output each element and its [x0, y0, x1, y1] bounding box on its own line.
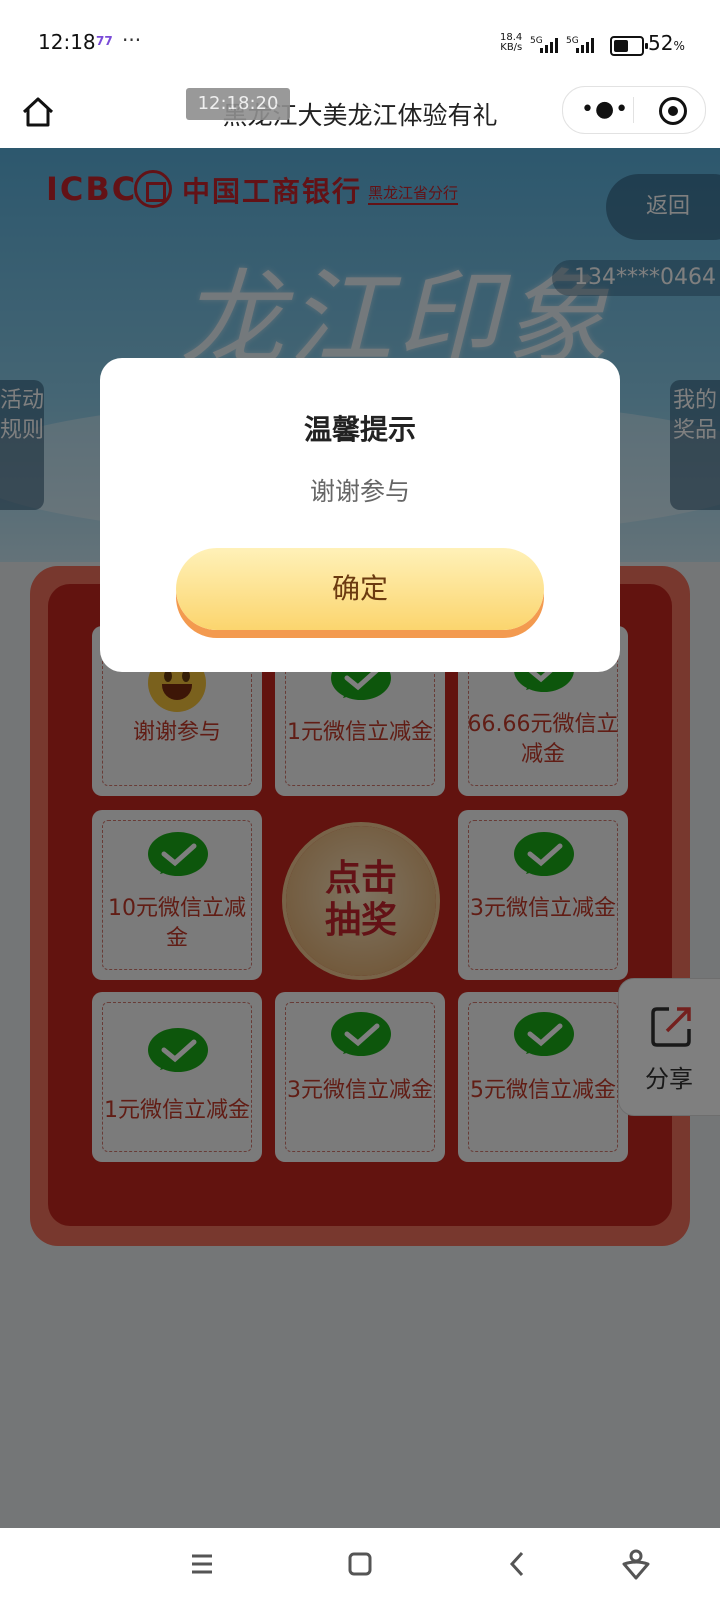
status-time: 12:18 [38, 30, 96, 54]
home-square-icon[interactable] [338, 1542, 382, 1586]
status-bar: 12:18 77 ··· 18.4 KB/s 5G 5G 52% [0, 0, 720, 88]
signal-5g-secondary-label: 5G [566, 36, 579, 46]
back-chevron-icon[interactable] [496, 1542, 540, 1586]
dialog-title: 温馨提示 [303, 413, 416, 446]
battery-percent: 52% [648, 31, 685, 55]
system-navigation-bar [0, 1528, 720, 1600]
assistant-icon[interactable] [614, 1542, 658, 1586]
mini-program-title-bar: 黑龙江大美龙江体验有礼 12:18:20 •●• [0, 86, 720, 148]
battery-fill [614, 40, 628, 52]
battery-icon [610, 36, 648, 56]
menu-icon[interactable] [180, 1542, 224, 1586]
dialog-message: 谢谢参与 [309, 477, 410, 506]
confirm-button[interactable]: 确定 [176, 548, 544, 630]
battery-percent-unit: % [673, 39, 685, 53]
battery-percent-value: 52 [648, 31, 674, 55]
modal-backdrop[interactable] [0, 148, 720, 1528]
network-speed: 18.4 KB/s [500, 33, 522, 53]
notification-badge-icon: 77 [96, 34, 113, 48]
capsule-menu: •●• [562, 86, 706, 134]
time-toast: 12:18:20 [186, 88, 290, 120]
close-mini-program-icon[interactable] [659, 97, 687, 125]
tip-dialog: 温馨提示 谢谢参与 确定 [100, 358, 620, 672]
network-speed-unit: KB/s [500, 42, 523, 53]
signal-5g-label: 5G [530, 36, 543, 46]
more-options-icon[interactable]: •●• [581, 97, 629, 122]
more-notifications-icon: ··· [122, 28, 142, 52]
signal-5g-secondary-icon: 5G [566, 36, 594, 53]
signal-5g-icon: 5G [530, 36, 558, 53]
